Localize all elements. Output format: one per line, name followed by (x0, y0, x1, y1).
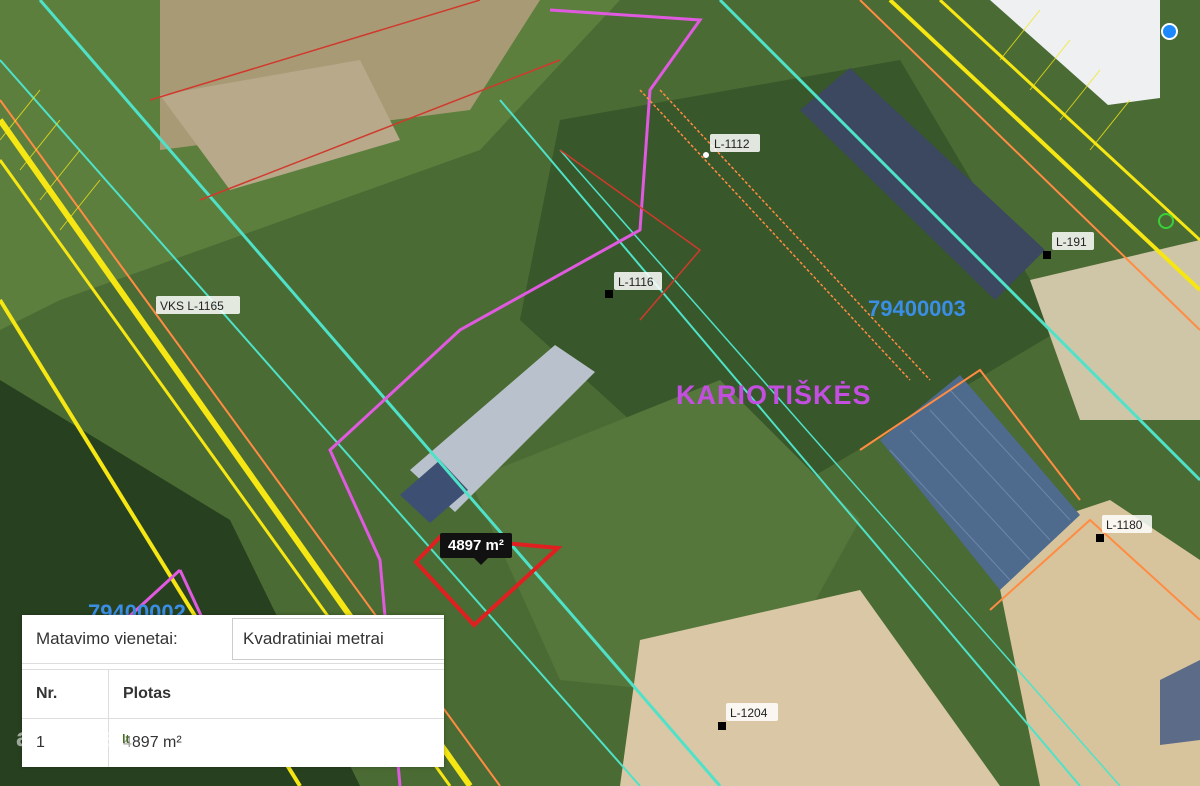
watermark-badge: lt (119, 731, 133, 748)
units-row: Matavimo vienetai: Kvadratiniai metrai (22, 615, 444, 664)
area-name-label: KARIOTIŠKĖS (676, 380, 872, 410)
line-label-text: L-191 (1056, 235, 1087, 249)
column-header-plotas: Plotas (108, 669, 444, 719)
line-label-text: L-1204 (730, 706, 768, 720)
units-label: Matavimo vienetai: (36, 629, 178, 648)
locate-dot-icon[interactable] (1161, 23, 1178, 40)
table-header-row: Nr. Plotas (22, 669, 444, 719)
units-select[interactable]: Kvadratiniai metrai (232, 618, 444, 660)
line-label-text: L-1116 (618, 275, 654, 289)
measurement-tooltip: 4897 m² (440, 533, 512, 565)
line-label-text: L-1112 (714, 137, 750, 151)
watermark-logo: aruodas lt (16, 722, 133, 753)
line-label-text: L-1180 (1106, 518, 1143, 532)
parcel-label-79400003: 79400003 (868, 296, 966, 321)
watermark-text: aruodas (16, 722, 118, 752)
line-label-text: VKS L-1165 (160, 299, 224, 313)
row-area: 4897 m² (123, 734, 182, 751)
column-header-nr: Nr. (22, 669, 109, 719)
line-label-vks-l1165: VKS L-1165 (156, 296, 240, 314)
